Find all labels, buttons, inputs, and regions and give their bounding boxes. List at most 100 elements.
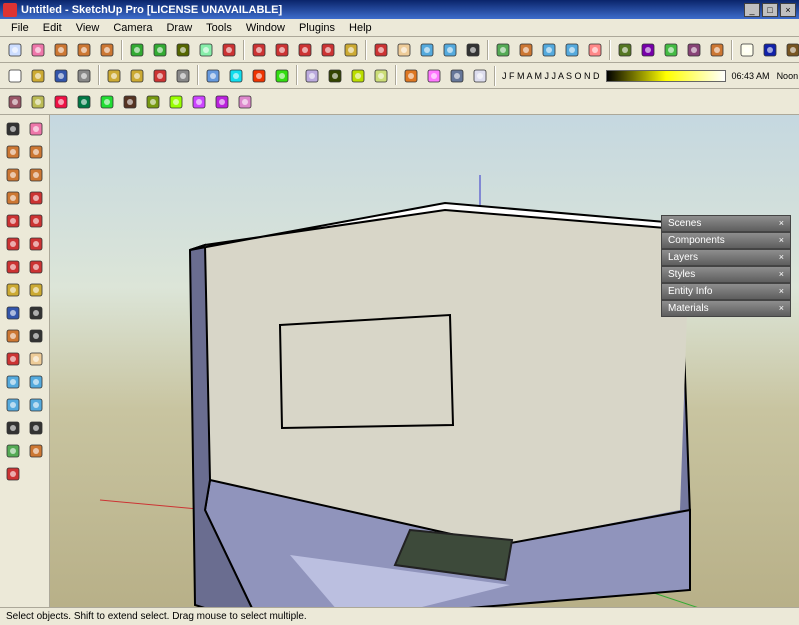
shaded-button[interactable] — [782, 39, 799, 61]
push-button[interactable] — [218, 39, 240, 61]
select-arrow-button[interactable] — [4, 39, 26, 61]
offset-button[interactable] — [317, 39, 339, 61]
rect-button[interactable] — [73, 39, 95, 61]
poly-button[interactable] — [706, 39, 728, 61]
panel-scenes[interactable]: Scenes× — [661, 215, 791, 232]
panel-materials[interactable]: Materials× — [661, 300, 791, 317]
cut-button[interactable] — [73, 65, 95, 87]
paint-tool[interactable] — [2, 140, 25, 163]
3d-viewport[interactable]: Scenes× Components× Layers× Styles× Enti… — [50, 115, 799, 607]
eraser-tool[interactable] — [25, 117, 48, 140]
panel-styles[interactable]: Styles× — [661, 266, 791, 283]
save-button[interactable] — [50, 65, 72, 87]
sandbox5-button[interactable] — [96, 91, 118, 113]
wire-button[interactable] — [759, 39, 781, 61]
axes-tool[interactable] — [2, 324, 25, 347]
iso-button[interactable] — [538, 39, 560, 61]
rotate-tool[interactable] — [25, 232, 48, 255]
minimize-button[interactable]: _ — [744, 3, 760, 17]
free-tool[interactable] — [2, 209, 25, 232]
zoom-ext-tool[interactable] — [2, 393, 25, 416]
circle-button[interactable] — [96, 39, 118, 61]
model-button[interactable] — [202, 65, 224, 87]
line-tool[interactable] — [25, 186, 48, 209]
3dtext-tool[interactable] — [25, 324, 48, 347]
print-button[interactable] — [172, 65, 194, 87]
menu-plugins[interactable]: Plugins — [292, 20, 342, 36]
mat-button[interactable] — [301, 65, 323, 87]
menu-draw[interactable]: Draw — [159, 20, 199, 36]
render-button[interactable] — [469, 65, 491, 87]
pan-button[interactable] — [393, 39, 415, 61]
orbit-tool[interactable] — [2, 347, 25, 370]
paste-button[interactable] — [126, 65, 148, 87]
sandbox9-button[interactable] — [188, 91, 210, 113]
orbit-button[interactable] — [370, 39, 392, 61]
poly-tool[interactable] — [25, 163, 48, 186]
protractor-tool[interactable] — [25, 278, 48, 301]
menu-help[interactable]: Help — [342, 20, 379, 36]
look-button[interactable] — [492, 39, 514, 61]
zoom-button[interactable] — [416, 39, 438, 61]
right-button[interactable] — [614, 39, 636, 61]
sandbox1-button[interactable] — [4, 91, 26, 113]
comp-button[interactable] — [248, 65, 270, 87]
circle-tool[interactable] — [2, 163, 25, 186]
scale-button[interactable] — [294, 39, 316, 61]
scene-button[interactable] — [423, 65, 445, 87]
rect-tool[interactable] — [25, 140, 48, 163]
pan-tool[interactable] — [25, 347, 48, 370]
move-button[interactable] — [248, 39, 270, 61]
pos-tool[interactable] — [2, 416, 25, 439]
move-tool[interactable] — [2, 232, 25, 255]
left-button[interactable] — [660, 39, 682, 61]
fog-button[interactable] — [400, 65, 422, 87]
tape-button[interactable] — [340, 39, 362, 61]
sandbox4-button[interactable] — [73, 91, 95, 113]
zoom-tool[interactable] — [2, 370, 25, 393]
xray-button[interactable] — [736, 39, 758, 61]
maximize-button[interactable]: □ — [762, 3, 778, 17]
menu-tools[interactable]: Tools — [199, 20, 239, 36]
section-tool[interactable] — [25, 439, 48, 462]
sandbox3-button[interactable] — [50, 91, 72, 113]
anim-button[interactable] — [446, 65, 468, 87]
arc-tool[interactable] — [2, 186, 25, 209]
menu-file[interactable]: File — [4, 20, 36, 36]
follow-tool[interactable] — [2, 462, 25, 485]
undo-button[interactable] — [126, 39, 148, 61]
push-tool[interactable] — [25, 209, 48, 232]
redo-button[interactable] — [149, 39, 171, 61]
styles-button[interactable] — [324, 65, 346, 87]
copy-button[interactable] — [103, 65, 125, 87]
tape-tool[interactable] — [2, 278, 25, 301]
panel-entity-info[interactable]: Entity Info× — [661, 283, 791, 300]
front-button[interactable] — [584, 39, 606, 61]
top-button[interactable] — [561, 39, 583, 61]
redo2-button[interactable] — [195, 39, 217, 61]
zoom-win-tool[interactable] — [25, 370, 48, 393]
offset-tool[interactable] — [25, 255, 48, 278]
look-tool[interactable] — [2, 439, 25, 462]
menu-edit[interactable]: Edit — [36, 20, 69, 36]
menu-camera[interactable]: Camera — [106, 20, 159, 36]
text-tool[interactable] — [25, 301, 48, 324]
section-button[interactable] — [515, 39, 537, 61]
panel-layers[interactable]: Layers× — [661, 249, 791, 266]
rotate-button[interactable] — [271, 39, 293, 61]
dim-tool[interactable] — [2, 301, 25, 324]
shadows-button[interactable] — [370, 65, 392, 87]
walk-tool[interactable] — [25, 416, 48, 439]
close-button[interactable]: × — [780, 3, 796, 17]
menu-view[interactable]: View — [69, 20, 107, 36]
prev-tool[interactable] — [25, 393, 48, 416]
open-button[interactable] — [27, 65, 49, 87]
eraser-button[interactable] — [27, 39, 49, 61]
paint-button[interactable] — [50, 39, 72, 61]
warehouse-button[interactable] — [225, 65, 247, 87]
sandbox7-button[interactable] — [142, 91, 164, 113]
select-tool[interactable] — [2, 117, 25, 140]
sandbox11-button[interactable] — [234, 91, 256, 113]
sandbox8-button[interactable] — [165, 91, 187, 113]
zoom-ext-button[interactable] — [439, 39, 461, 61]
